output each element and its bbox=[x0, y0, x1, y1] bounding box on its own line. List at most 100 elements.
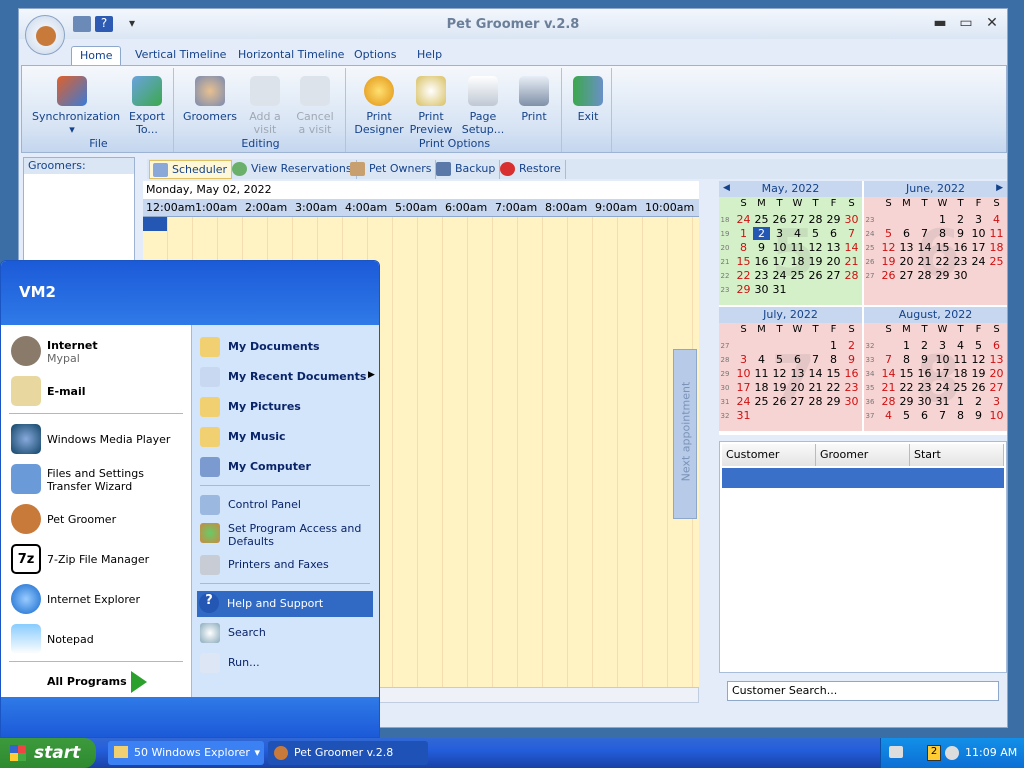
page-setup-button[interactable]: Page Setup... bbox=[458, 76, 508, 136]
calendar-day[interactable]: 4 bbox=[880, 409, 897, 422]
run-item[interactable]: Run... bbox=[198, 651, 376, 675]
calendar-day[interactable]: 8 bbox=[934, 227, 951, 240]
calendar-day[interactable]: 3 bbox=[735, 353, 752, 366]
calendar-day[interactable]: 2 bbox=[753, 227, 770, 240]
calendar-day[interactable]: 4 bbox=[952, 339, 969, 352]
calendar-day[interactable]: 3 bbox=[771, 227, 788, 240]
synchronization-button[interactable]: Synchronization ▾ bbox=[32, 76, 120, 136]
start-button[interactable]: start bbox=[0, 738, 96, 768]
calendar-day[interactable]: 13 bbox=[825, 241, 842, 254]
calendar-day[interactable]: 26 bbox=[970, 381, 987, 394]
customer-search-input[interactable]: Customer Search... bbox=[727, 681, 999, 701]
calendar-day[interactable]: 22 bbox=[735, 269, 752, 282]
my-recent-documents-item[interactable]: My Recent Documents ▶ bbox=[198, 365, 376, 389]
list-item-7zip[interactable]: 7z 7-Zip File Manager bbox=[7, 541, 187, 577]
calendar-day[interactable]: 9 bbox=[952, 227, 969, 240]
calendar-day[interactable]: 8 bbox=[952, 409, 969, 422]
tab-options[interactable]: Options bbox=[346, 46, 404, 65]
calendar-day[interactable]: 22 bbox=[825, 381, 842, 394]
calendar-day[interactable]: 23 bbox=[843, 381, 860, 394]
my-documents-item[interactable]: My Documents bbox=[198, 335, 376, 359]
calendar-day[interactable]: 7 bbox=[916, 227, 933, 240]
calendar-day[interactable]: 16 bbox=[952, 241, 969, 254]
calendar-day[interactable]: 15 bbox=[934, 241, 951, 254]
export-button[interactable]: Export To... bbox=[122, 76, 172, 136]
calendar-day[interactable]: 6 bbox=[898, 227, 915, 240]
my-computer-item[interactable]: My Computer bbox=[198, 455, 376, 479]
calendar-day[interactable]: 12 bbox=[970, 353, 987, 366]
calendar-day[interactable]: 9 bbox=[843, 353, 860, 366]
print-designer-button[interactable]: Print Designer bbox=[354, 76, 404, 136]
calendar-day[interactable]: 17 bbox=[735, 381, 752, 394]
add-visit-button[interactable]: Add a visit bbox=[242, 76, 288, 136]
calendar-day[interactable]: 13 bbox=[898, 241, 915, 254]
calendar-day[interactable]: 9 bbox=[753, 241, 770, 254]
list-item-transfer-wizard[interactable]: Files and Settings Transfer Wizard bbox=[7, 461, 187, 497]
print-preview-button[interactable]: Print Preview bbox=[408, 76, 454, 136]
list-item-internet-explorer[interactable]: Internet Explorer bbox=[7, 581, 187, 617]
taskbar-item-pet-groomer[interactable]: Pet Groomer v.2.8 bbox=[268, 741, 428, 765]
print-icon[interactable] bbox=[73, 16, 91, 32]
calendar-day[interactable]: 23 bbox=[952, 255, 969, 268]
calendar-day[interactable]: 17 bbox=[970, 241, 987, 254]
calendar-day[interactable]: 15 bbox=[735, 255, 752, 268]
calendar-day[interactable]: 30 bbox=[753, 283, 770, 296]
tab-backup[interactable]: Backup bbox=[433, 160, 501, 179]
cancel-visit-button[interactable]: Cancel a visit bbox=[290, 76, 340, 136]
calendar-day[interactable]: 9 bbox=[916, 353, 933, 366]
calendar-day[interactable]: 8 bbox=[735, 241, 752, 254]
list-item-media-player[interactable]: Windows Media Player bbox=[7, 421, 187, 457]
calendar-day[interactable]: 30 bbox=[916, 395, 933, 408]
my-pictures-item[interactable]: My Pictures bbox=[198, 395, 376, 419]
calendar-day[interactable]: 30 bbox=[952, 269, 969, 282]
calendar-day[interactable]: 18 bbox=[789, 255, 806, 268]
calendar-day[interactable]: 11 bbox=[789, 241, 806, 254]
qat-dropdown-icon[interactable]: ▾ bbox=[123, 16, 141, 32]
calendar-day[interactable]: 5 bbox=[898, 409, 915, 422]
tab-restore[interactable]: Restore bbox=[497, 160, 566, 179]
calendar-day[interactable]: 9 bbox=[970, 409, 987, 422]
calendar-day[interactable]: 29 bbox=[825, 213, 842, 226]
calendar-day[interactable]: 22 bbox=[898, 381, 915, 394]
help-icon[interactable]: ? bbox=[95, 16, 113, 32]
calendar-day[interactable]: 26 bbox=[807, 269, 824, 282]
exit-button[interactable]: Exit bbox=[570, 76, 606, 123]
calendar-day[interactable]: 30 bbox=[843, 395, 860, 408]
calendar-day[interactable]: 28 bbox=[807, 395, 824, 408]
calendar-day[interactable]: 5 bbox=[807, 227, 824, 240]
calendar-day[interactable]: 20 bbox=[789, 381, 806, 394]
calendar-day[interactable]: 19 bbox=[880, 255, 897, 268]
calendar-day[interactable]: 16 bbox=[753, 255, 770, 268]
calendar-day[interactable]: 5 bbox=[771, 353, 788, 366]
selected-slot[interactable] bbox=[143, 217, 167, 231]
calendar-day[interactable]: 28 bbox=[843, 269, 860, 282]
tray-badge[interactable]: 2 bbox=[927, 745, 941, 761]
calendar-day[interactable]: 10 bbox=[988, 409, 1005, 422]
tab-home[interactable]: Home bbox=[71, 46, 122, 65]
tab-help[interactable]: Help bbox=[409, 46, 450, 65]
calendar-day[interactable]: 21 bbox=[916, 255, 933, 268]
calendar-day[interactable]: 27 bbox=[898, 269, 915, 282]
col-groomer[interactable]: Groomer bbox=[816, 444, 910, 466]
calendar-day[interactable]: 19 bbox=[807, 255, 824, 268]
calendar-day[interactable]: 15 bbox=[898, 367, 915, 380]
calendar-day[interactable]: 3 bbox=[934, 339, 951, 352]
calendar-day[interactable]: 7 bbox=[934, 409, 951, 422]
app-orb-icon[interactable] bbox=[25, 15, 65, 55]
calendar-day[interactable]: 5 bbox=[880, 227, 897, 240]
tab-pet-owners[interactable]: Pet Owners bbox=[347, 160, 437, 179]
calendar-day[interactable]: 27 bbox=[825, 269, 842, 282]
next-appointment-button[interactable]: Next appointment bbox=[673, 349, 697, 519]
tab-horizontal-timeline[interactable]: Horizontal Timeline bbox=[230, 46, 352, 65]
calendar-day[interactable]: 11 bbox=[988, 227, 1005, 240]
calendar-day[interactable]: 12 bbox=[807, 241, 824, 254]
calendar-day[interactable]: 5 bbox=[970, 339, 987, 352]
calendar-day[interactable]: 28 bbox=[916, 269, 933, 282]
calendar-day[interactable]: 2 bbox=[916, 339, 933, 352]
program-access-item[interactable]: Set Program Access and Defaults bbox=[198, 521, 376, 551]
calendar-day[interactable]: 16 bbox=[916, 367, 933, 380]
calendar-day[interactable]: 20 bbox=[988, 367, 1005, 380]
calendar-day[interactable]: 12 bbox=[771, 367, 788, 380]
calendar-day[interactable]: 7 bbox=[807, 353, 824, 366]
close-button[interactable]: ✕ bbox=[981, 15, 1003, 33]
